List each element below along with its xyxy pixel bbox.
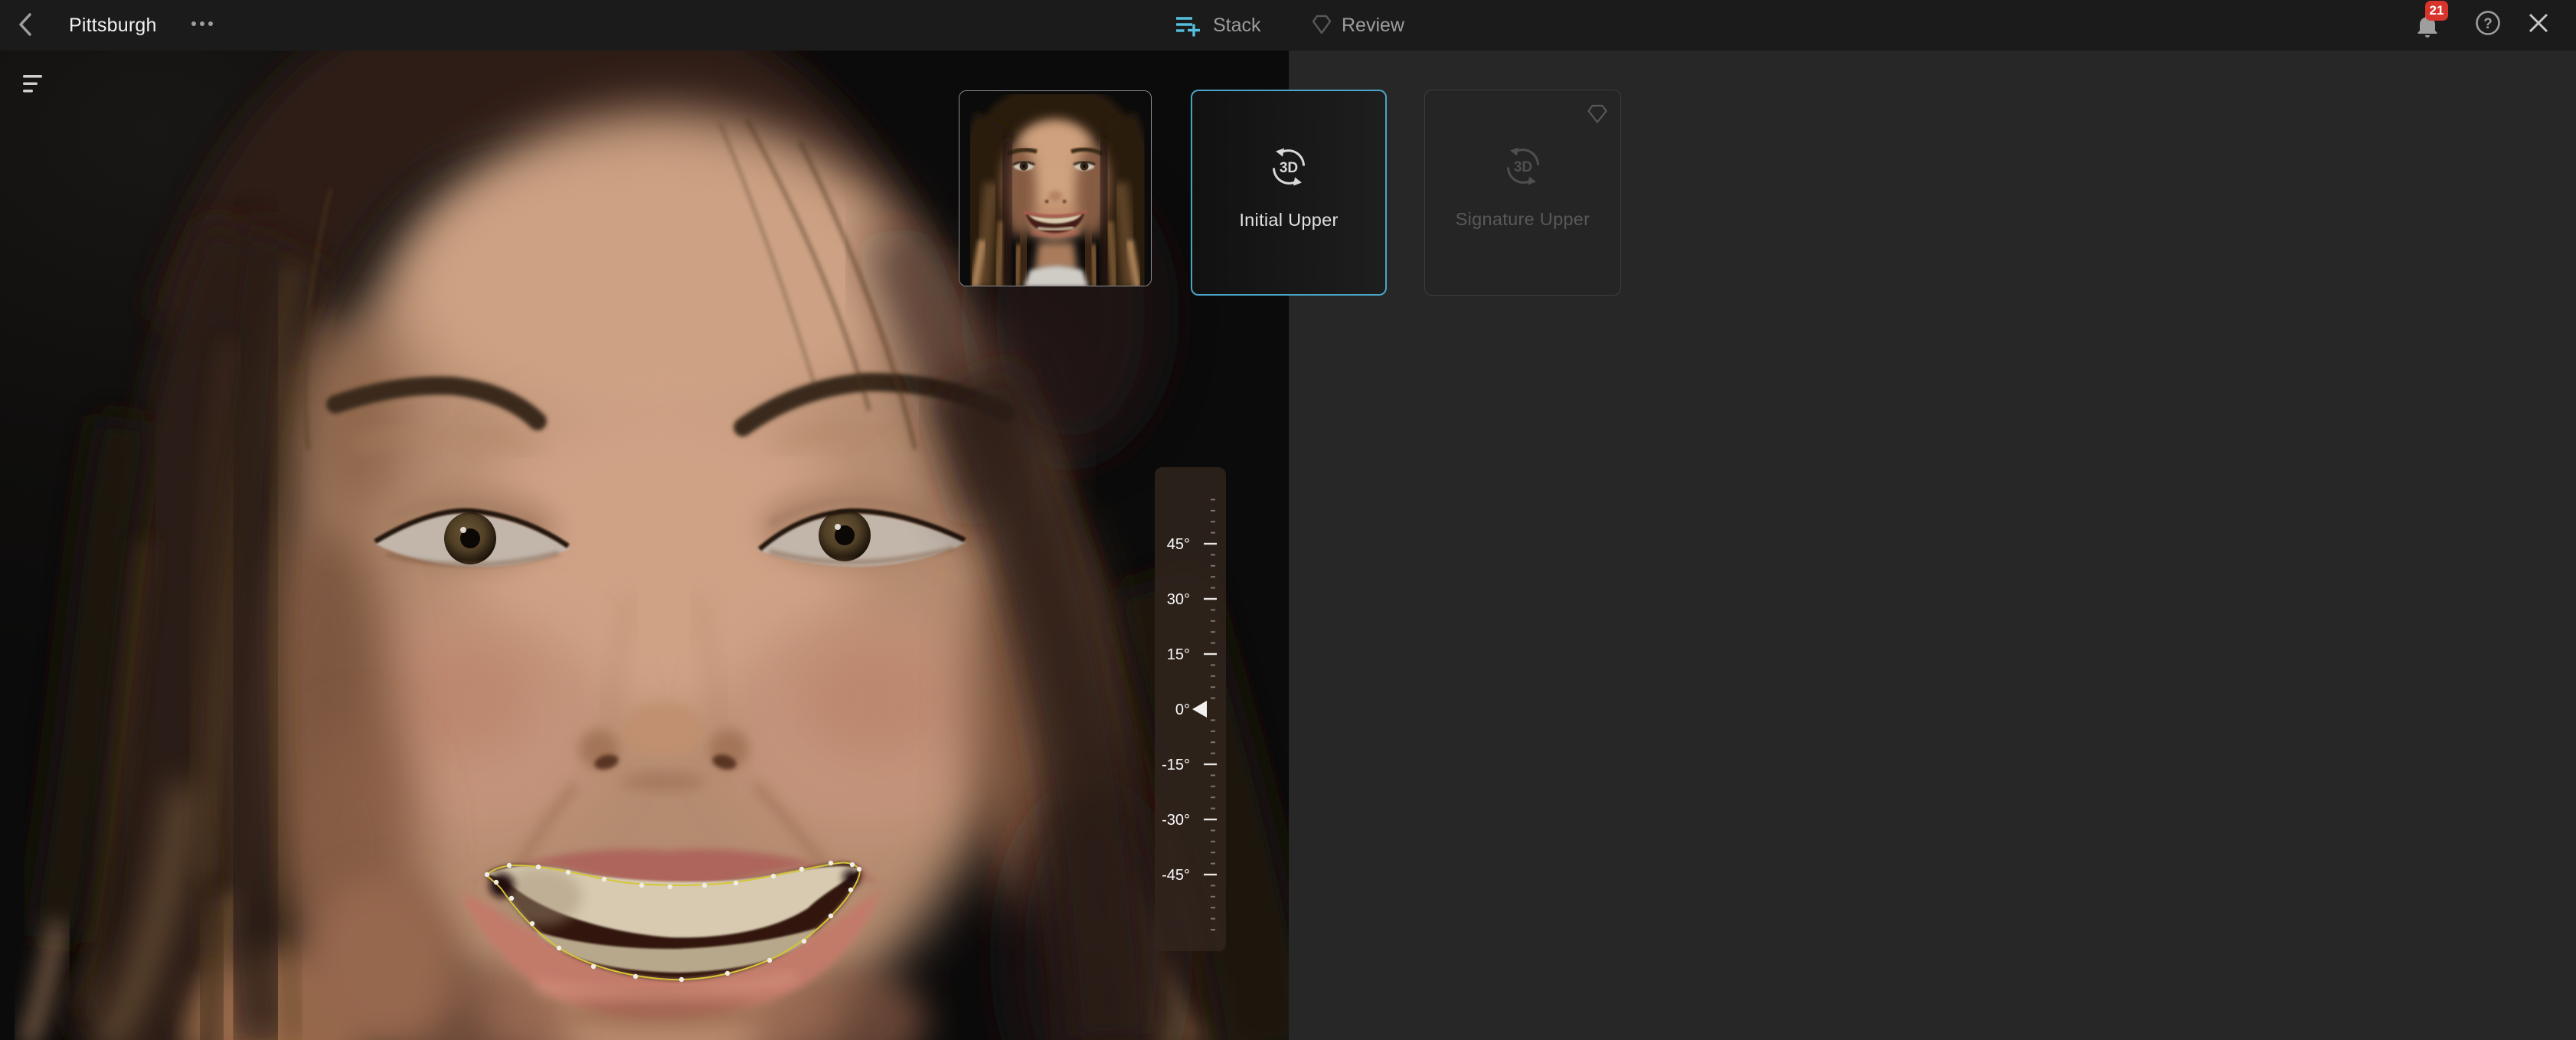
- svg-text:3D: 3D: [1280, 160, 1298, 176]
- svg-text:-15°: -15°: [1162, 757, 1190, 773]
- svg-text:-30°: -30°: [1162, 812, 1190, 829]
- svg-text:15°: 15°: [1167, 646, 1190, 663]
- svg-text:?: ?: [2483, 16, 2493, 32]
- svg-text:30°: 30°: [1167, 591, 1190, 608]
- svg-text:0°: 0°: [1175, 702, 1190, 718]
- svg-text:45°: 45°: [1167, 536, 1190, 553]
- svg-text:3D: 3D: [1513, 159, 1532, 175]
- svg-text:-45°: -45°: [1162, 867, 1190, 884]
